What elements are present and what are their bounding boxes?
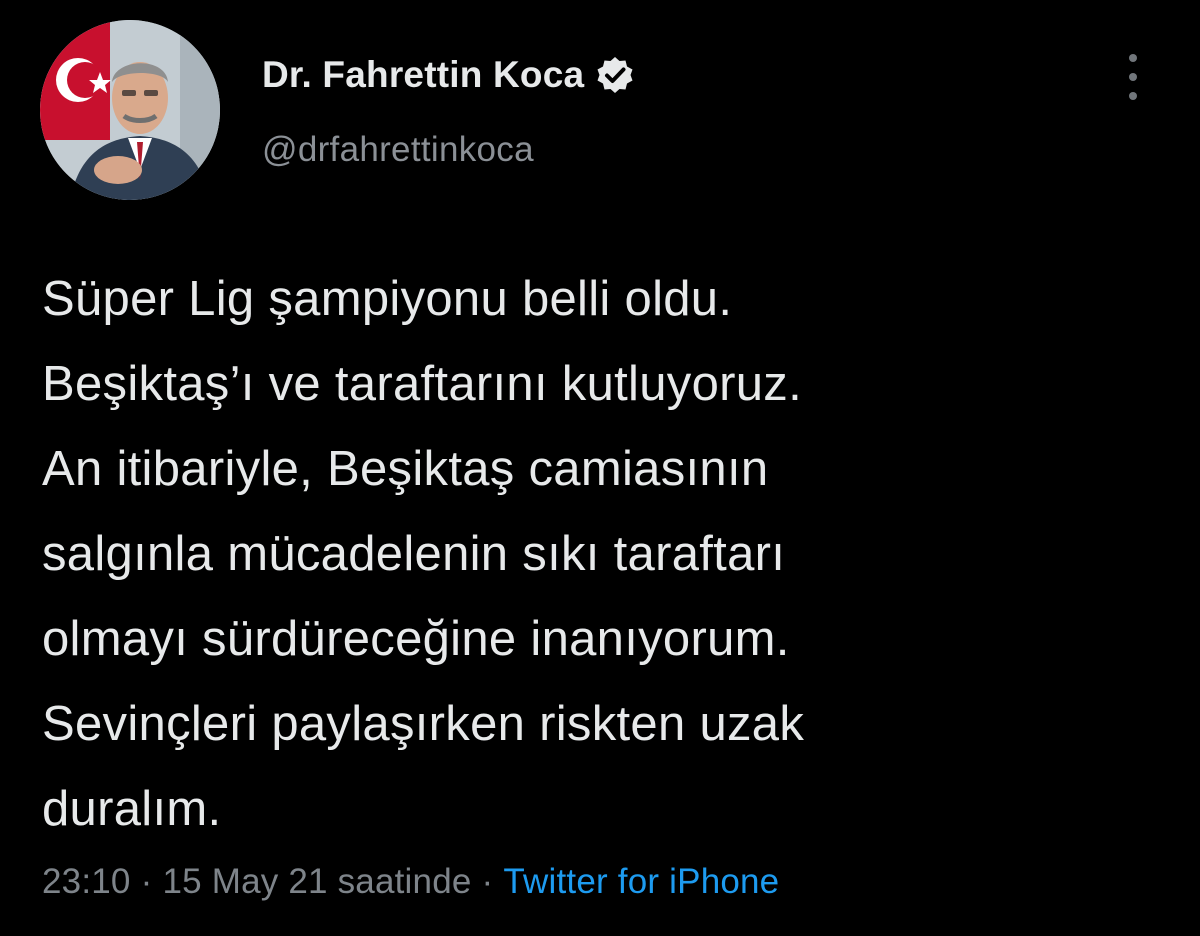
more-dot bbox=[1129, 92, 1137, 100]
author-handle[interactable]: @drfahrettinkoca bbox=[262, 130, 534, 170]
avatar-image bbox=[40, 20, 220, 200]
tweet-time[interactable]: 23:10 bbox=[42, 862, 131, 902]
avatar[interactable] bbox=[40, 20, 220, 200]
tweet-date[interactable]: 15 May 21 saatinde bbox=[162, 862, 471, 902]
meta-separator: · bbox=[481, 862, 494, 901]
more-dot bbox=[1129, 54, 1137, 62]
tweet-source-link[interactable]: Twitter for iPhone bbox=[503, 862, 779, 902]
tweet-metadata: 23:10 · 15 May 21 saatinde · Twitter for… bbox=[42, 862, 779, 902]
meta-separator: · bbox=[140, 862, 153, 901]
tweet-detail: Dr. Fahrettin Koca @drfahrettinkoca Süpe… bbox=[0, 0, 1200, 936]
author-display-name[interactable]: Dr. Fahrettin Koca bbox=[262, 54, 584, 96]
verified-badge-icon bbox=[596, 56, 634, 94]
more-dot bbox=[1129, 73, 1137, 81]
author-name-row: Dr. Fahrettin Koca bbox=[262, 50, 634, 100]
tweet-text: Süper Lig şampiyonu belli oldu. Beşiktaş… bbox=[42, 272, 805, 836]
more-options-icon[interactable] bbox=[1118, 54, 1148, 100]
